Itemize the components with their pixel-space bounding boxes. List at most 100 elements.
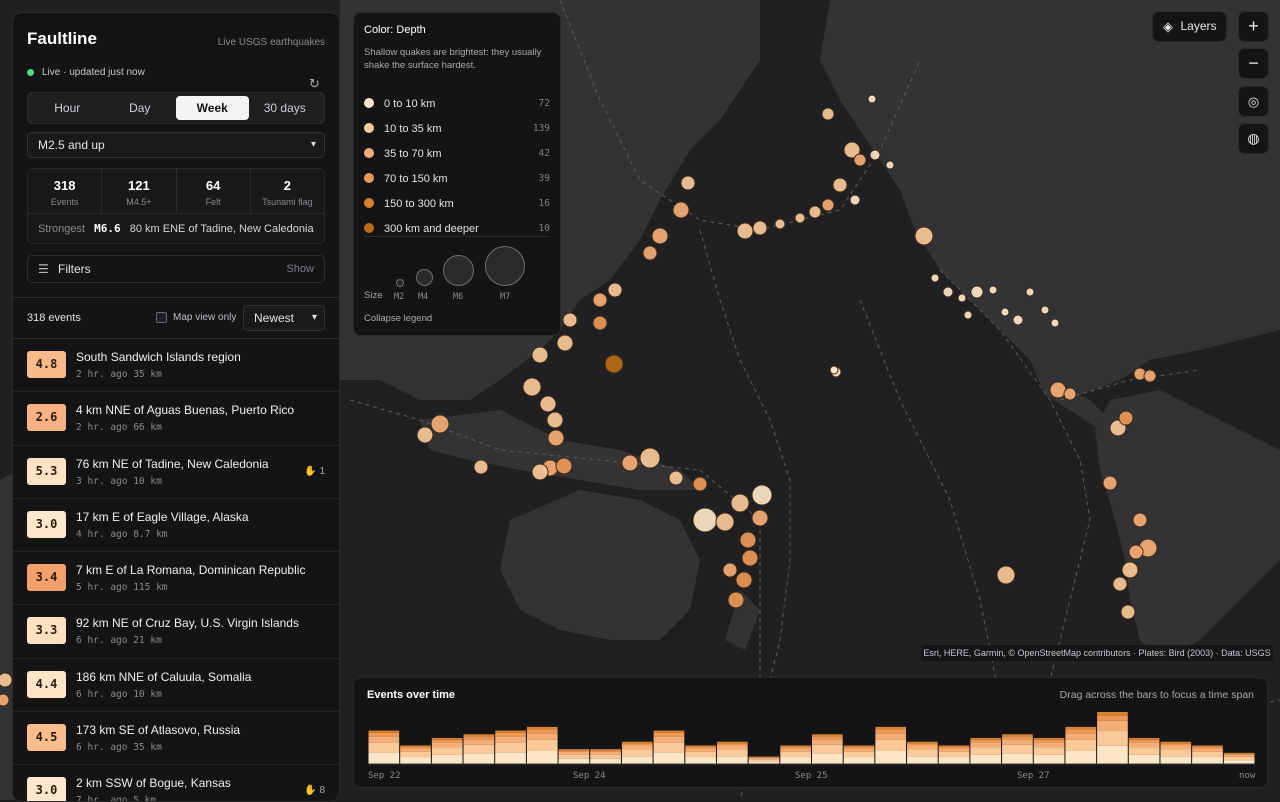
event-row[interactable]: 2.6 4 km NNE of Aguas Buenas, Puerto Rico… (13, 392, 339, 446)
layers-button[interactable]: ◈ Layers (1152, 11, 1227, 42)
quake-marker[interactable] (957, 293, 967, 303)
quake-marker[interactable] (1132, 512, 1148, 528)
timeline-bar[interactable] (1128, 738, 1160, 764)
quake-marker[interactable] (604, 354, 624, 374)
tab-day[interactable]: Day (104, 96, 177, 120)
quake-marker[interactable] (555, 457, 573, 475)
quake-marker[interactable] (1120, 604, 1136, 620)
timeline-bar[interactable] (843, 745, 875, 764)
quake-marker[interactable] (963, 310, 973, 320)
zoom-in-button[interactable]: + (1238, 11, 1269, 42)
quake-marker[interactable] (473, 459, 489, 475)
quake-marker[interactable] (774, 218, 786, 230)
quake-marker[interactable] (741, 549, 759, 567)
quake-marker[interactable] (996, 565, 1016, 585)
timeline-bar[interactable] (463, 734, 495, 764)
timeline-bar[interactable] (1192, 745, 1223, 764)
checkbox-icon[interactable] (156, 312, 167, 323)
globe-button[interactable]: ◍ (1238, 123, 1269, 154)
quake-marker[interactable] (621, 454, 639, 472)
timeline-bar[interactable] (812, 734, 843, 764)
tab-hour[interactable]: Hour (31, 96, 104, 120)
map-view-only-checkbox[interactable]: Map view only (156, 312, 236, 323)
quake-marker[interactable] (1102, 475, 1118, 491)
quake-marker[interactable] (651, 227, 669, 245)
timeline-bar[interactable] (1002, 734, 1033, 764)
timeline-bar[interactable] (685, 745, 716, 764)
locate-button[interactable]: ◎ (1238, 86, 1269, 117)
quake-marker[interactable] (1121, 561, 1139, 579)
sort-select[interactable]: Newest ▾ (243, 305, 325, 331)
quake-marker[interactable] (539, 395, 557, 413)
quake-marker[interactable] (751, 484, 773, 506)
quake-marker[interactable] (869, 149, 881, 161)
timeline-bar[interactable] (368, 730, 400, 764)
timeline-bar[interactable] (431, 738, 463, 764)
filters-toggle[interactable]: ☰ Filters Show (27, 255, 325, 283)
timeline-bar[interactable] (1033, 738, 1065, 764)
quake-marker[interactable] (751, 509, 769, 527)
quake-marker[interactable] (692, 507, 718, 533)
quake-marker[interactable] (735, 571, 753, 589)
filters-show-link[interactable]: Show (286, 256, 314, 282)
timeline-bar[interactable] (1223, 752, 1255, 764)
quake-marker[interactable] (668, 470, 684, 486)
magnitude-select[interactable]: M2.5 and up ▾ (27, 132, 325, 158)
quake-marker[interactable] (832, 177, 848, 193)
quake-marker[interactable] (639, 447, 661, 469)
quake-marker[interactable] (988, 285, 998, 295)
quake-marker[interactable] (522, 377, 542, 397)
quake-marker[interactable] (821, 107, 835, 121)
timeline-bar[interactable] (938, 745, 970, 764)
quake-marker[interactable] (642, 245, 658, 261)
event-row[interactable]: 3.4 7 km E of La Romana, Dominican Republ… (13, 552, 339, 606)
quake-marker[interactable] (556, 334, 574, 352)
quake-marker[interactable] (1049, 381, 1067, 399)
quake-marker[interactable] (722, 562, 738, 578)
event-row[interactable]: 3.0 17 km E of Eagle Village, Alaska 4 hr.… (13, 499, 339, 553)
quake-marker[interactable] (546, 411, 564, 429)
quake-marker[interactable] (727, 591, 745, 609)
timeline-bar[interactable] (1160, 741, 1192, 764)
timeline-bar[interactable] (653, 730, 685, 764)
quake-marker[interactable] (607, 282, 623, 298)
event-row[interactable]: 4.5 173 km SE of Atlasovo, Russia 6 hr. ag… (13, 712, 339, 766)
quake-marker[interactable] (692, 476, 708, 492)
timeline-bar[interactable] (970, 738, 1002, 764)
timeline-bar[interactable] (748, 756, 780, 764)
quake-marker[interactable] (531, 463, 549, 481)
timeline-bar[interactable] (621, 741, 653, 764)
quake-marker[interactable] (715, 512, 735, 532)
quake-marker[interactable] (1050, 318, 1060, 328)
quake-marker[interactable] (672, 201, 690, 219)
timeline-bar[interactable] (907, 741, 938, 764)
collapse-legend-button[interactable]: Collapse legend (364, 313, 432, 324)
tab-30-days[interactable]: 30 days (249, 96, 322, 120)
quake-marker[interactable] (736, 222, 754, 240)
quake-marker[interactable] (1128, 544, 1144, 560)
quake-marker[interactable] (592, 315, 608, 331)
timeline-bar[interactable] (400, 745, 431, 764)
quake-marker[interactable] (562, 312, 578, 328)
quake-marker[interactable] (1025, 287, 1035, 297)
timeline-bar[interactable] (780, 745, 811, 764)
quake-marker[interactable] (547, 429, 565, 447)
quake-marker[interactable] (592, 292, 608, 308)
strongest-event[interactable]: Strongest M6.6 80 km ENE of Tadine, New … (28, 214, 324, 243)
quake-marker[interactable] (0, 672, 13, 688)
quake-marker[interactable] (808, 205, 822, 219)
quake-marker[interactable] (739, 531, 757, 549)
timeline-bar[interactable] (495, 730, 526, 764)
quake-marker[interactable] (680, 175, 696, 191)
quake-marker[interactable] (1012, 314, 1024, 326)
quake-marker[interactable] (730, 493, 750, 513)
timeline-bar[interactable] (526, 726, 558, 764)
quake-marker[interactable] (0, 693, 10, 707)
event-row[interactable]: 3.0 2 km SSW of Bogue, Kansas 7 hr. ago 5 … (13, 765, 339, 801)
quake-marker[interactable] (1112, 576, 1128, 592)
quake-marker[interactable] (930, 273, 940, 283)
quake-marker[interactable] (416, 426, 434, 444)
quake-marker[interactable] (1000, 307, 1010, 317)
quake-marker[interactable] (531, 346, 549, 364)
timeline-bar[interactable] (1065, 726, 1097, 764)
